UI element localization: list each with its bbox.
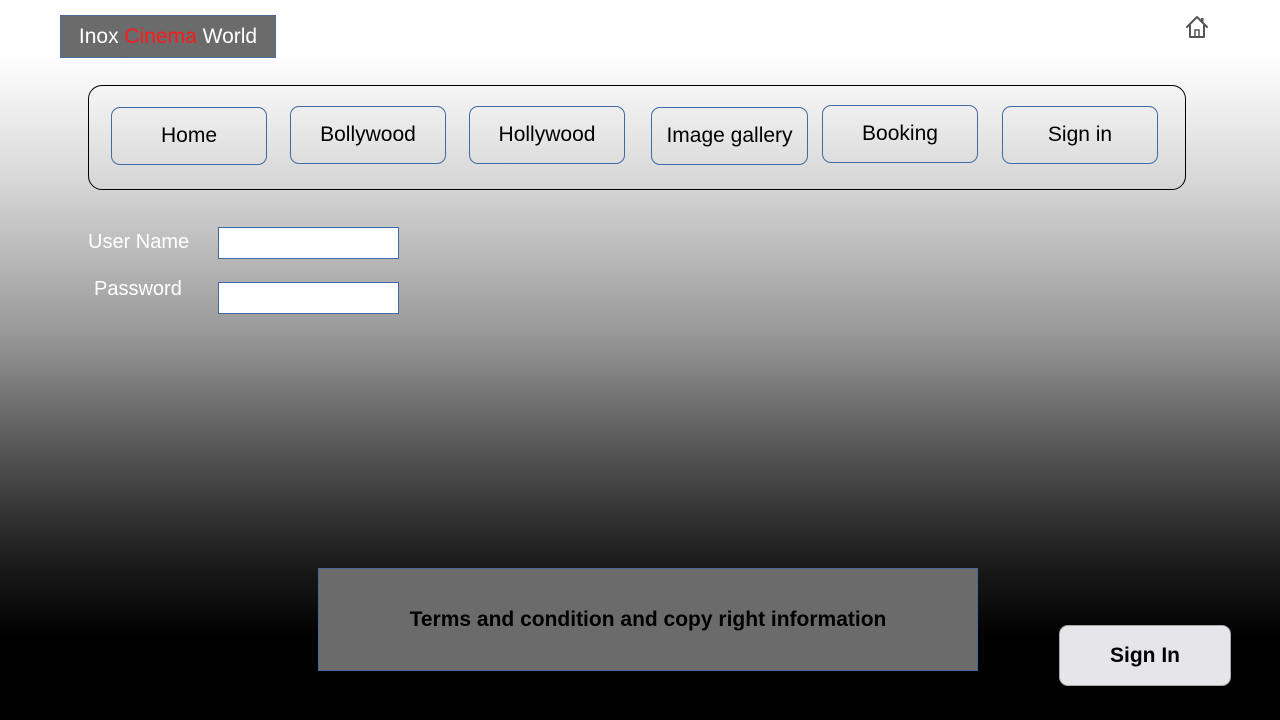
logo-text-inox: Inox <box>78 24 125 48</box>
password-input[interactable] <box>218 282 399 314</box>
username-label: User Name <box>88 231 190 253</box>
nav-booking-button[interactable]: Booking <box>822 105 978 163</box>
nav-hollywood-button[interactable]: Hollywood <box>469 106 625 164</box>
logo-text-cinema: Cinema <box>124 24 197 48</box>
footer-terms: Terms and condition and copy right infor… <box>318 568 978 671</box>
password-label: Password <box>94 278 182 300</box>
sign-in-button[interactable]: Sign In <box>1059 625 1231 686</box>
username-input[interactable] <box>218 227 399 259</box>
nav-home-button[interactable]: Home <box>111 107 267 165</box>
nav-signin-button[interactable]: Sign in <box>1002 106 1158 164</box>
nav-bollywood-button[interactable]: Bollywood <box>290 106 446 164</box>
logo-text-world: World <box>196 24 258 48</box>
home-icon[interactable] <box>1184 14 1210 40</box>
nav-image-gallery-button[interactable]: Image gallery <box>651 107 808 165</box>
site-logo: Inox Cinema World <box>60 15 276 58</box>
